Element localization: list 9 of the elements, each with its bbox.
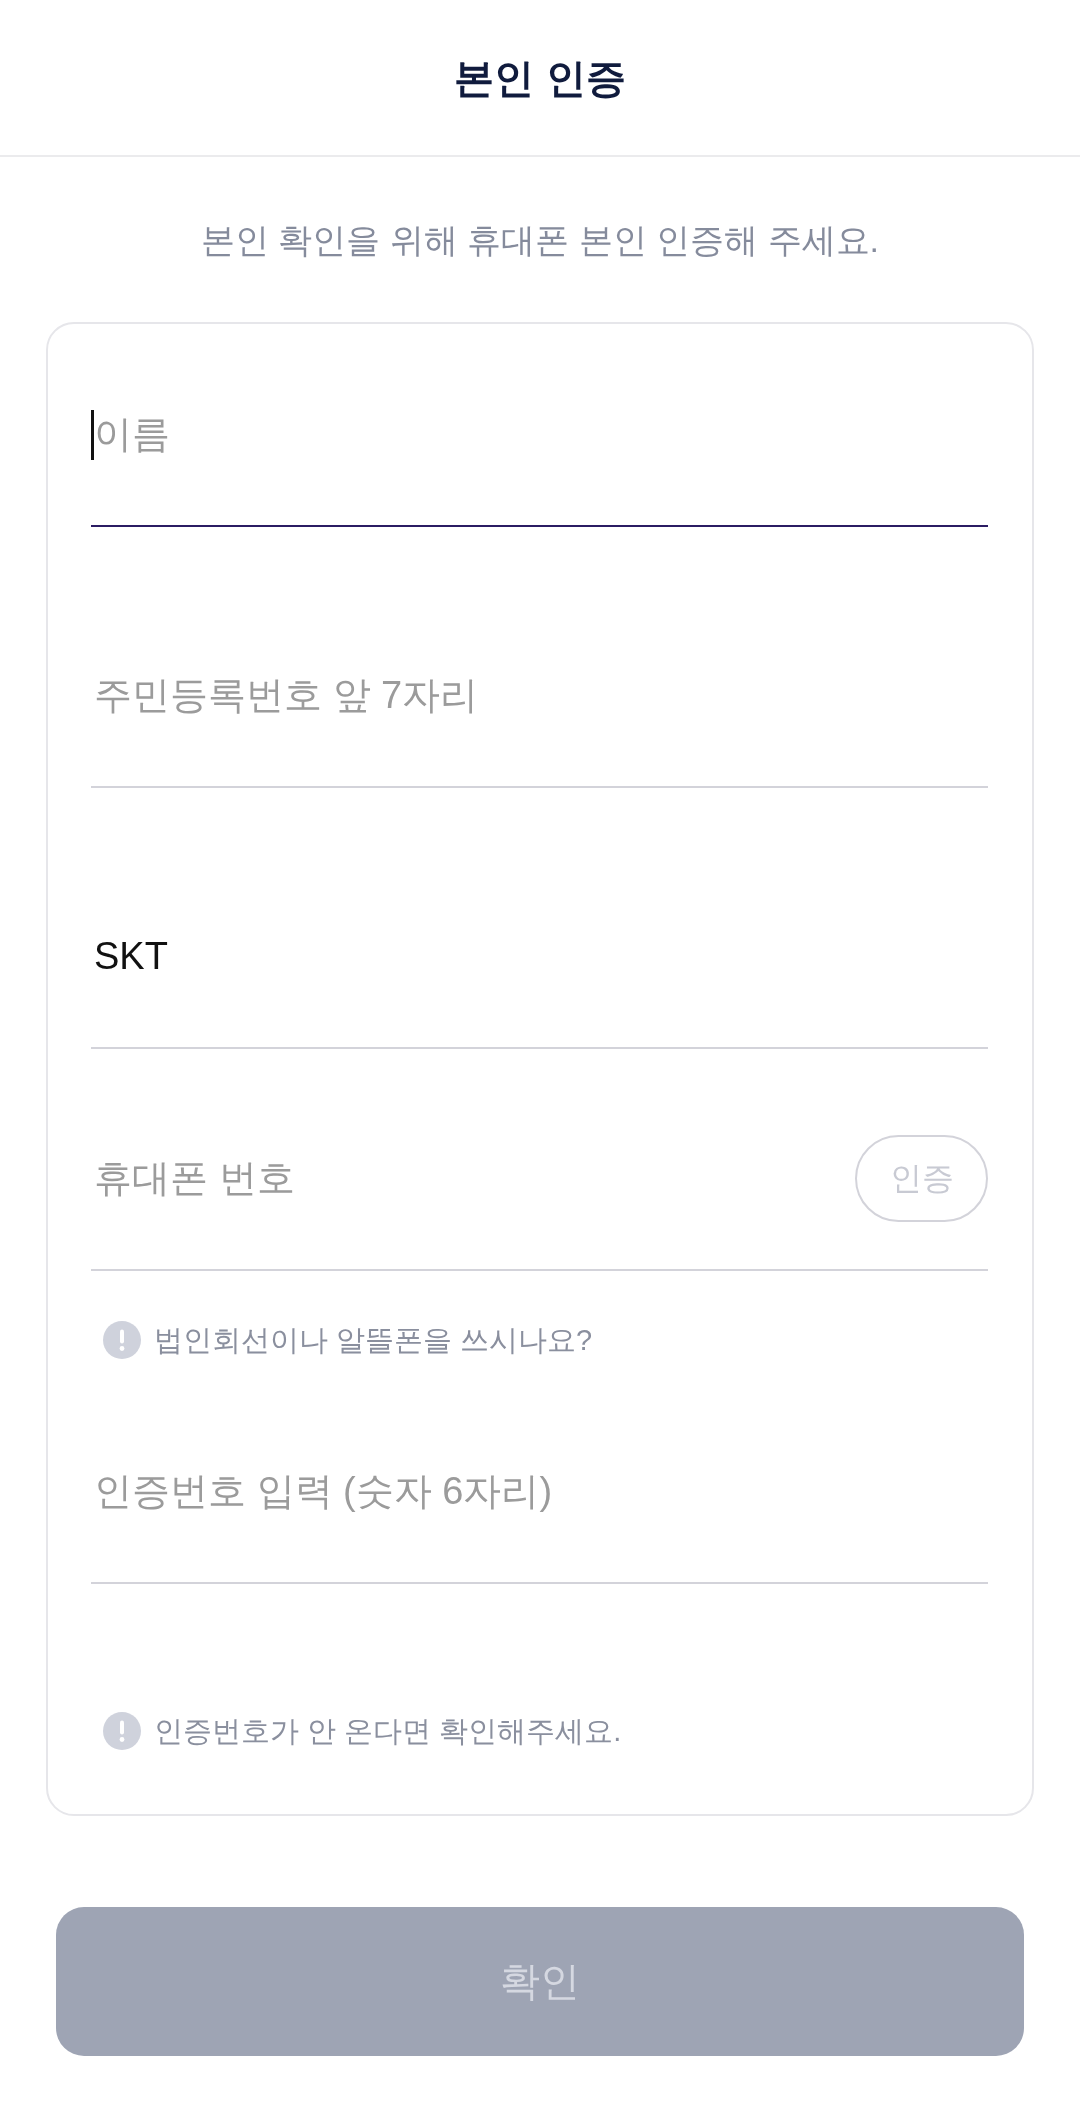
exclamation-icon bbox=[103, 1321, 141, 1359]
page-title: 본인 인증 bbox=[454, 54, 626, 102]
exclamation-icon bbox=[103, 1712, 141, 1750]
text-input[interactable]: SKT bbox=[91, 927, 988, 1049]
hint-text: 법인회선이나 알뜰폰을 쓰시나요? bbox=[154, 1323, 593, 1358]
text-cursor bbox=[91, 410, 94, 460]
hint-text: 인증번호가 안 온다면 확인해주세요. bbox=[154, 1714, 622, 1749]
intro-text: 본인 확인을 위해 휴대폰 본인 인증해 주세요. bbox=[200, 220, 880, 260]
text-input[interactable]: 이름 bbox=[91, 405, 988, 527]
